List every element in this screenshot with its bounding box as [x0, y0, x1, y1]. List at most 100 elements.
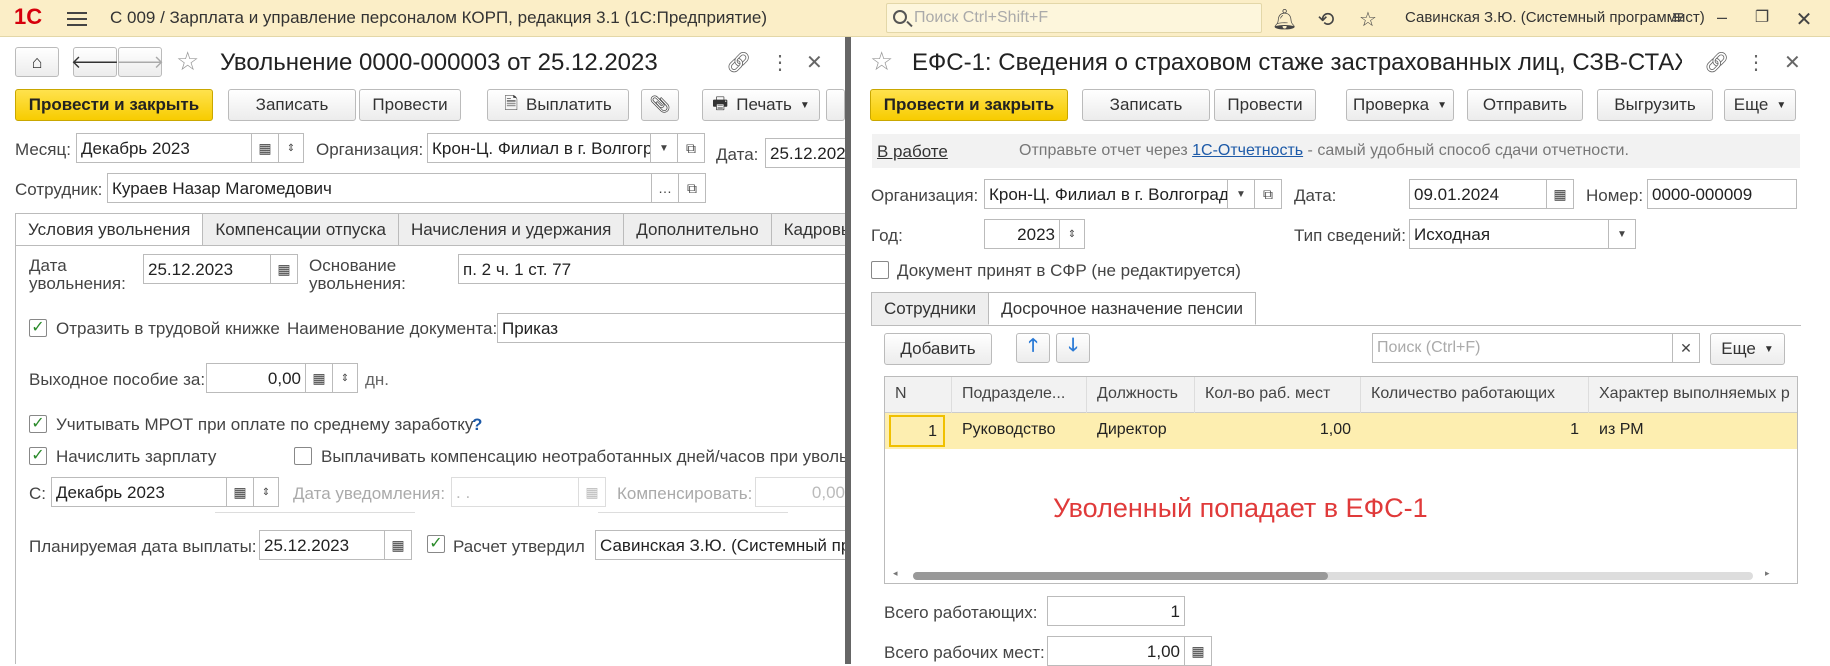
- column-header[interactable]: Подразделе...: [952, 377, 1087, 413]
- compensate-field[interactable]: 0,00: [755, 477, 850, 507]
- status-link[interactable]: В работе: [877, 142, 948, 162]
- table-cell[interactable]: Руководство: [952, 413, 1087, 449]
- table-row[interactable]: 1 Руководство Директор 1,00 1 из РМ: [885, 413, 1797, 449]
- month-stepper[interactable]: ⇕: [278, 133, 304, 163]
- calendar-icon[interactable]: ▦: [251, 133, 279, 163]
- check-button[interactable]: Проверка ▼: [1346, 89, 1454, 121]
- from-stepper[interactable]: ⇕: [253, 477, 279, 507]
- date-field[interactable]: 25.12.2023: [765, 138, 847, 168]
- calendar-icon[interactable]: ▦: [226, 477, 254, 507]
- docname-field[interactable]: Приказ: [497, 313, 847, 343]
- workbook-checkbox[interactable]: ✓: [29, 319, 47, 337]
- date-field[interactable]: 09.01.2024: [1409, 179, 1547, 209]
- planned-pay-field[interactable]: 25.12.2023: [259, 530, 387, 560]
- dismissal-date-field[interactable]: 25.12.2023: [143, 254, 271, 284]
- attach-button[interactable]: 📎︎: [641, 89, 679, 121]
- minimize-icon[interactable]: –: [1710, 7, 1734, 28]
- close-window-icon[interactable]: ✕: [1792, 7, 1816, 32]
- horizontal-scrollbar[interactable]: [913, 572, 1753, 580]
- move-up-button[interactable]: 🡑: [1016, 333, 1050, 363]
- dropdown-caret-icon[interactable]: ▼: [1227, 179, 1255, 209]
- year-field[interactable]: 2023: [984, 219, 1060, 249]
- bell-icon[interactable]: 🔔︎: [1272, 7, 1297, 32]
- current-user[interactable]: Савинская З.Ю. (Системный программист): [1405, 9, 1705, 26]
- total-places-field[interactable]: 1,00: [1047, 636, 1185, 666]
- month-field[interactable]: Декабрь 2023: [76, 133, 252, 163]
- post-button[interactable]: Провести: [1214, 89, 1316, 121]
- print-button[interactable]: 🖶 Печать ▼: [702, 89, 820, 121]
- tab-additional[interactable]: Дополнительно: [623, 213, 772, 246]
- more-toolbar-button[interactable]: [826, 89, 845, 121]
- year-stepper[interactable]: ⇕: [1059, 219, 1085, 249]
- calculator-icon[interactable]: ▦: [305, 363, 333, 393]
- accepted-checkbox[interactable]: ✓: [871, 261, 889, 279]
- post-and-close-button[interactable]: Провести и закрыть: [15, 89, 213, 121]
- type-field[interactable]: Исходная: [1409, 219, 1609, 249]
- employee-field[interactable]: Кураев Назар Магомедович: [107, 173, 652, 203]
- notice-date-field[interactable]: . .: [451, 477, 579, 507]
- scroll-left-icon[interactable]: ◂: [893, 568, 898, 579]
- from-field[interactable]: Декабрь 2023: [51, 477, 227, 507]
- save-button[interactable]: Записать: [228, 89, 356, 121]
- forward-button[interactable]: 🡒: [116, 47, 164, 77]
- tab-vacation-compensation[interactable]: Компенсации отпуска: [202, 213, 399, 246]
- history-icon[interactable]: ⟲: [1314, 7, 1338, 32]
- open-icon[interactable]: ⧉: [678, 173, 706, 203]
- open-icon[interactable]: ⧉: [1254, 179, 1282, 209]
- more-actions-icon[interactable]: ⋮: [770, 50, 790, 75]
- table-more-button[interactable]: Еще ▼: [1710, 333, 1785, 365]
- app-logo[interactable]: 1С: [14, 4, 42, 30]
- tab-accruals-deductions[interactable]: Начисления и удержания: [397, 213, 625, 246]
- tab-employees[interactable]: Сотрудники: [871, 292, 990, 325]
- reporting-link[interactable]: 1С-Отчетность: [1192, 142, 1303, 159]
- settings-menu-icon[interactable]: ≡: [1666, 7, 1690, 30]
- more-button[interactable]: Еще ▼: [1724, 89, 1796, 121]
- scrollbar-thumb[interactable]: [913, 572, 1328, 580]
- column-header[interactable]: Характер выполняемых р: [1589, 377, 1797, 413]
- table-cell[interactable]: из РМ: [1589, 413, 1797, 449]
- add-button[interactable]: Добавить: [884, 333, 992, 365]
- dropdown-caret-icon[interactable]: ▼: [1608, 219, 1636, 249]
- organization-field[interactable]: Крон-Ц. Филиал в г. Волгоград: [427, 133, 651, 163]
- restore-icon[interactable]: ❐: [1750, 7, 1774, 27]
- table-cell[interactable]: Директор: [1087, 413, 1195, 449]
- post-button[interactable]: Провести: [359, 89, 461, 121]
- dropdown-caret-icon[interactable]: ▼: [650, 133, 678, 163]
- calculator-icon[interactable]: ▦: [1184, 636, 1212, 666]
- column-header[interactable]: Кол-во раб. мест: [1195, 377, 1361, 413]
- table-search-input[interactable]: Поиск (Ctrl+F): [1372, 333, 1674, 363]
- close-icon[interactable]: ✕: [806, 50, 823, 75]
- tab-early-pension[interactable]: Досрочное назначение пенсии: [988, 292, 1256, 325]
- global-search-input[interactable]: Поиск Ctrl+Shift+F: [886, 3, 1262, 33]
- calendar-icon[interactable]: ▦: [270, 254, 298, 284]
- post-and-close-button[interactable]: Провести и закрыть: [870, 89, 1068, 121]
- save-button[interactable]: Записать: [1082, 89, 1210, 121]
- clear-search-icon[interactable]: ✕: [1672, 333, 1700, 363]
- tab-dismissal-conditions[interactable]: Условия увольнения: [15, 213, 204, 246]
- favorite-star-icon[interactable]: ☆: [176, 46, 199, 77]
- select-ellipsis-button[interactable]: …: [651, 173, 679, 203]
- favorites-star-icon[interactable]: ☆: [1356, 7, 1380, 32]
- severance-field[interactable]: 0,00: [206, 363, 306, 393]
- total-workers-field[interactable]: 1: [1047, 596, 1185, 626]
- organization-field[interactable]: Крон-Ц. Филиал в г. Волгоград: [984, 179, 1228, 209]
- column-header[interactable]: Количество работающих: [1361, 377, 1589, 413]
- link-icon[interactable]: 🔗︎: [1704, 50, 1729, 75]
- number-field[interactable]: 0000-000009: [1647, 179, 1797, 209]
- column-header[interactable]: N: [885, 377, 952, 413]
- back-button[interactable]: 🡐: [71, 47, 119, 77]
- mrot-checkbox[interactable]: ✓: [29, 415, 47, 433]
- basis-field[interactable]: п. 2 ч. 1 ст. 77: [458, 254, 848, 284]
- calendar-icon[interactable]: ▦: [384, 530, 412, 560]
- calendar-icon[interactable]: ▦: [578, 477, 606, 507]
- table-cell[interactable]: 1: [889, 415, 945, 447]
- link-icon[interactable]: 🔗︎: [726, 50, 751, 75]
- home-button[interactable]: ⌂: [15, 47, 59, 77]
- help-icon[interactable]: ?: [472, 415, 482, 435]
- send-button[interactable]: Отправить: [1467, 89, 1583, 121]
- close-icon[interactable]: ✕: [1784, 50, 1801, 75]
- table-cell[interactable]: 1: [1361, 413, 1589, 449]
- table-cell[interactable]: 1,00: [1195, 413, 1361, 449]
- menu-icon[interactable]: [67, 8, 87, 28]
- approved-checkbox[interactable]: ✓: [427, 535, 445, 553]
